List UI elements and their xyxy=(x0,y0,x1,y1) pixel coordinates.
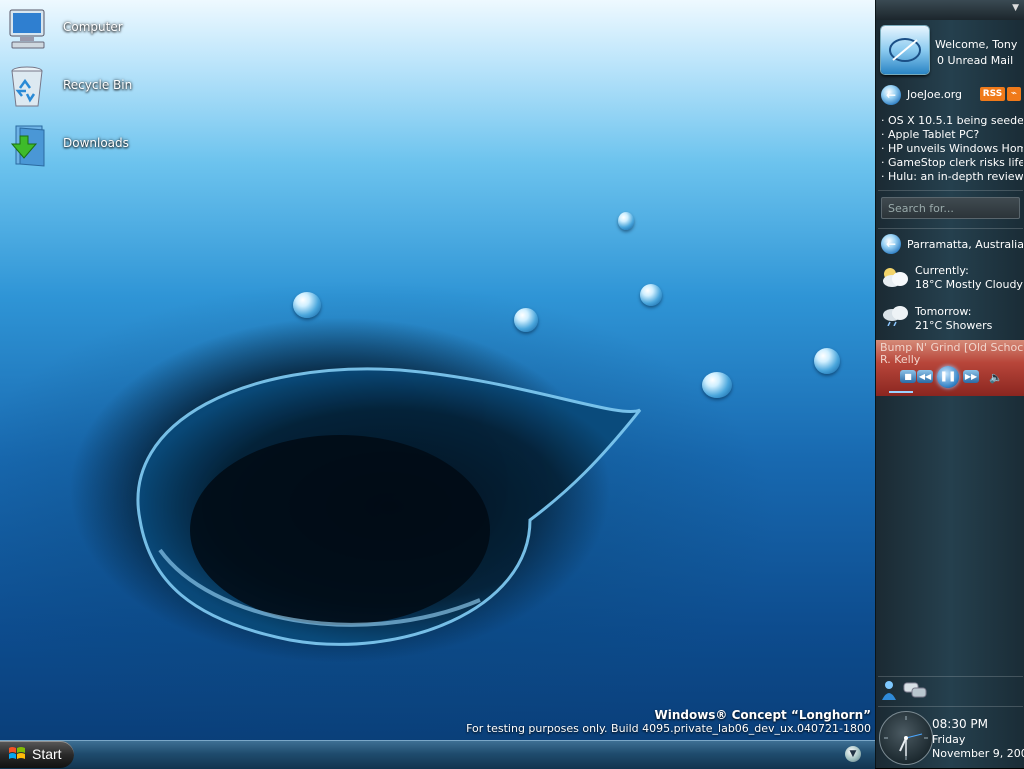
feed-item[interactable]: · HP unveils Windows Hom... xyxy=(881,142,1023,155)
desktop[interactable]: Computer Recycle Bin Downloads Windows® … xyxy=(0,0,875,740)
desktop-icon-computer[interactable]: Computer xyxy=(4,6,204,58)
desktop-icon-recycle-bin[interactable]: Recycle Bin xyxy=(4,64,204,116)
clock-hands xyxy=(884,716,928,760)
water-drop xyxy=(640,284,662,306)
volume-icon[interactable]: 🔈 xyxy=(989,371,1003,384)
downloads-folder-icon xyxy=(10,125,45,167)
windows-flag-icon xyxy=(9,747,25,759)
divider xyxy=(878,676,1023,677)
desktop-icon-label: Computer xyxy=(63,20,123,34)
mail-glyph-icon xyxy=(889,38,921,62)
weather-tomorrow-value: 21°C Showers xyxy=(915,319,993,332)
clock-day: Friday xyxy=(932,733,966,746)
mail-welcome: Welcome, Tony xyxy=(935,38,1018,51)
watermark-title: Windows® Concept “Longhorn” xyxy=(654,708,871,722)
media-progress-bar[interactable] xyxy=(889,391,913,393)
divider xyxy=(878,706,1023,707)
build-watermark: Windows® Concept “Longhorn” For testing … xyxy=(466,708,871,736)
messenger-buddy-icon[interactable] xyxy=(880,680,898,702)
sidebar-header: ▼ xyxy=(876,0,1024,20)
water-drop xyxy=(293,292,321,318)
sidebar-menu-arrow-icon[interactable]: ▼ xyxy=(1012,3,1019,13)
showers-icon xyxy=(883,306,908,326)
feed-globe-icon: ← xyxy=(881,85,901,105)
computer-icon xyxy=(9,9,45,49)
feed-item[interactable]: · OS X 10.5.1 being seeded... xyxy=(881,114,1023,127)
track-artist: R. Kelly xyxy=(880,353,921,366)
next-button[interactable]: ▶▶ xyxy=(963,370,979,383)
analog-clock xyxy=(879,711,933,765)
mostly-cloudy-icon xyxy=(883,268,908,287)
feed-site-link[interactable]: JoeJoe.org xyxy=(907,88,962,101)
watermark-build: For testing purposes only. Build 4095.pr… xyxy=(466,722,871,735)
weather-current-label: Currently: xyxy=(915,264,969,277)
previous-button[interactable]: ◀◀ xyxy=(917,370,933,383)
divider xyxy=(878,190,1023,191)
rss-icon[interactable]: ⌁ xyxy=(1007,87,1021,101)
search-input[interactable]: Search for... xyxy=(881,197,1020,219)
rss-badge[interactable]: RSS xyxy=(980,87,1005,101)
clock-time: 08:30 PM xyxy=(932,717,988,731)
feed-item[interactable]: · Hulu: an in-depth review xyxy=(881,170,1023,183)
weather-tomorrow-label: Tomorrow: xyxy=(915,305,972,318)
desktop-icon-label: Recycle Bin xyxy=(63,78,133,92)
divider xyxy=(878,228,1023,229)
water-drop xyxy=(702,372,732,398)
chat-bubbles-icon[interactable] xyxy=(903,681,927,699)
desktop-icon-label: Downloads xyxy=(63,136,129,150)
mail-unread-count[interactable]: 0 Unread Mail xyxy=(937,54,1013,67)
taskbar: Start ▼ xyxy=(0,740,875,769)
chevron-down-icon[interactable]: ▼ xyxy=(845,746,861,762)
water-drop xyxy=(814,348,840,374)
recycle-bin-icon xyxy=(11,66,43,107)
weather-globe-icon: ← xyxy=(881,234,901,254)
feed-item[interactable]: · Apple Tablet PC? xyxy=(881,128,1023,141)
clock-date: November 9, 2007 xyxy=(932,747,1024,760)
start-label: Start xyxy=(32,746,62,762)
pause-button[interactable]: ❚❚ xyxy=(937,366,959,388)
start-button[interactable]: Start xyxy=(0,741,74,768)
water-splash-image xyxy=(136,367,642,646)
sidebar: ▼ Welcome, Tony 0 Unread Mail ← JoeJoe.o… xyxy=(875,0,1024,768)
mail-icon[interactable] xyxy=(881,26,929,74)
media-player: Bump N' Grind [Old Schoc R. Kelly ■ ◀◀ ❚… xyxy=(876,340,1024,396)
water-drop xyxy=(618,212,634,230)
weather-location[interactable]: Parramatta, Australia xyxy=(907,238,1024,251)
desktop-icon-downloads[interactable]: Downloads xyxy=(4,122,204,174)
stop-button[interactable]: ■ xyxy=(900,370,916,383)
weather-current-value: 18°C Mostly Cloudy xyxy=(915,278,1023,291)
feed-item[interactable]: · GameStop clerk risks life... xyxy=(881,156,1023,169)
